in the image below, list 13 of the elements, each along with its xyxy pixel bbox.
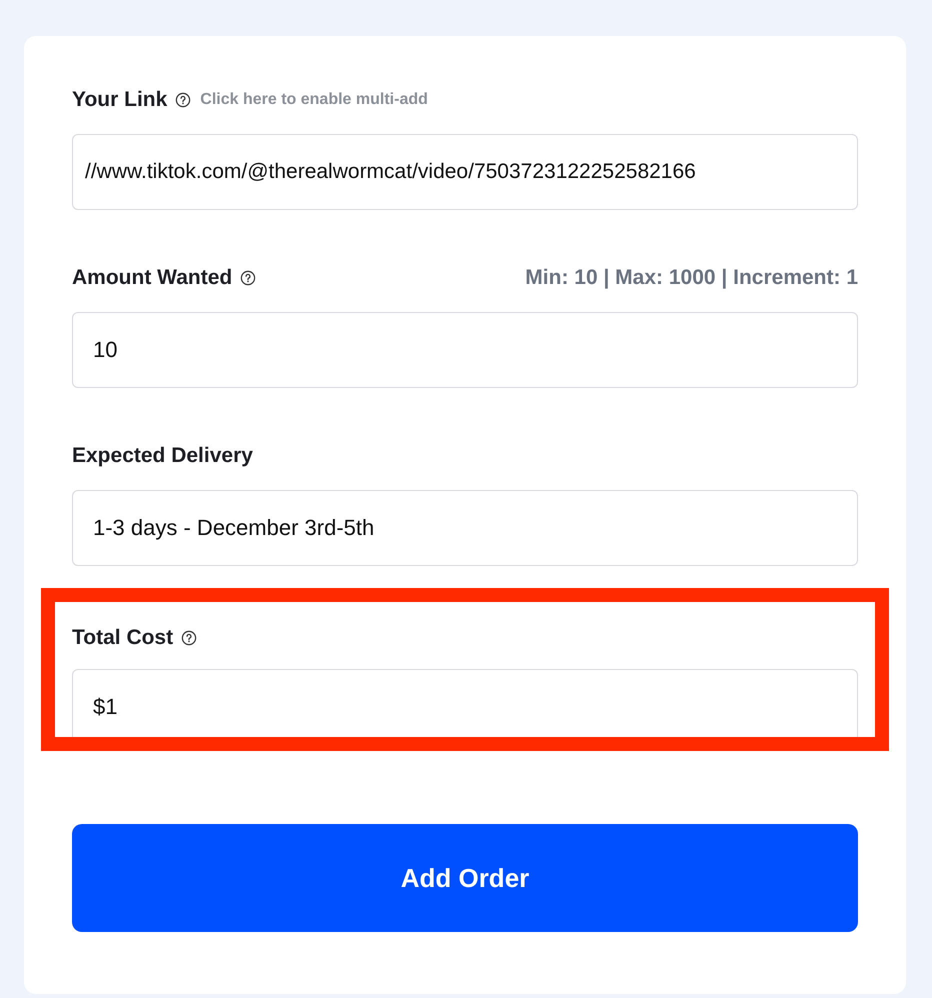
help-icon[interactable]: [181, 630, 198, 646]
field-label: Your Link: [72, 88, 168, 112]
field-label: Expected Delivery: [72, 444, 253, 468]
amount-limits: Min: 10 | Max: 1000 | Increment: 1: [525, 266, 858, 290]
field-label: Amount Wanted: [72, 266, 232, 290]
field-label: Total Cost: [72, 626, 174, 650]
input-field[interactable]: 10: [72, 312, 858, 388]
input-field[interactable]: 1-3 days - December 3rd-5th: [72, 490, 858, 566]
input-field[interactable]: //www.tiktok.com/@therealwormcat/video/7503723122252582166: [72, 134, 858, 210]
help-icon[interactable]: [240, 270, 256, 286]
help-icon[interactable]: [175, 92, 192, 108]
input-field[interactable]: $1: [72, 669, 858, 737]
add-order-button[interactable]: Add Order: [72, 824, 858, 932]
